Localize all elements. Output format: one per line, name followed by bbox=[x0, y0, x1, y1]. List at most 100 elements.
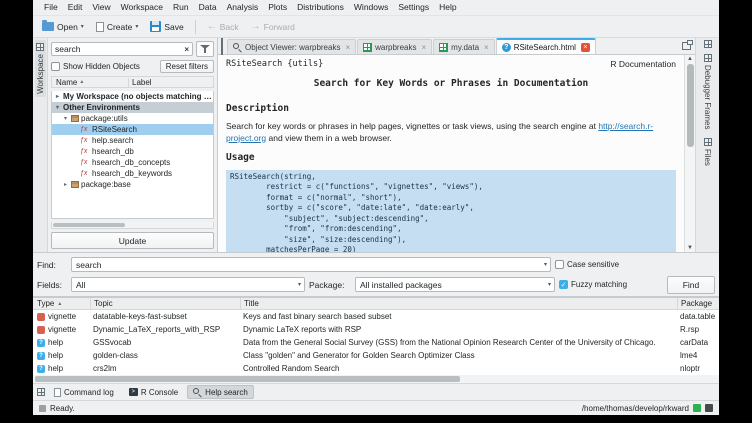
open-button[interactable]: Open ▾ bbox=[37, 20, 89, 34]
menu-view[interactable]: View bbox=[87, 0, 115, 15]
save-button[interactable]: Save bbox=[145, 19, 188, 34]
document-tabbar: Object Viewer: warpbreaks × warpbreaks ×… bbox=[218, 38, 695, 55]
menu-distributions[interactable]: Distributions bbox=[292, 0, 349, 15]
toolview-menu-icon[interactable] bbox=[37, 388, 45, 396]
expander-icon[interactable]: ▾ bbox=[62, 115, 69, 122]
detach-window-icon[interactable] bbox=[682, 42, 691, 50]
tree-item-hsearch-db[interactable]: ƒx hsearch_db bbox=[52, 146, 213, 157]
table-row[interactable]: vignette Dynamic_LaTeX_reports_with_RSP … bbox=[33, 323, 719, 336]
menubar: File Edit View Workspace Run Data Analys… bbox=[33, 0, 719, 16]
tree-item-other-environments[interactable]: ▾ Other Environments bbox=[52, 102, 213, 113]
back-button[interactable]: ← Back bbox=[202, 20, 244, 34]
dock-option-icon[interactable] bbox=[704, 40, 712, 48]
menu-help[interactable]: Help bbox=[434, 0, 461, 15]
case-sensitive-checkbox[interactable] bbox=[555, 260, 564, 269]
tab-rsitesearch-html[interactable]: RSiteSearch.html × bbox=[496, 38, 596, 54]
menu-data[interactable]: Data bbox=[194, 0, 222, 15]
tab-my-data[interactable]: my.data × bbox=[433, 39, 495, 54]
menu-run[interactable]: Run bbox=[168, 0, 194, 15]
cwd-status-icon[interactable] bbox=[705, 404, 713, 412]
help-icon bbox=[37, 339, 45, 347]
update-button[interactable]: Update bbox=[51, 232, 214, 249]
help-vertical-scrollbar[interactable]: ▲ ▼ bbox=[684, 55, 695, 252]
central-area: Workspace search × Show Hidden Objects R… bbox=[33, 38, 719, 253]
left-dock-strip: Workspace bbox=[33, 38, 48, 252]
scroll-down-icon[interactable]: ▼ bbox=[687, 245, 693, 251]
tab-object-viewer-warpbreaks[interactable]: Object Viewer: warpbreaks × bbox=[227, 39, 356, 54]
help-page-icon bbox=[502, 43, 511, 52]
expander-icon[interactable]: ▸ bbox=[62, 181, 69, 188]
tree-item-label: package:utils bbox=[81, 114, 128, 123]
label-column-header[interactable]: Label bbox=[128, 78, 213, 87]
type-column-header[interactable]: Type ▲ bbox=[33, 298, 90, 309]
tab-warpbreaks[interactable]: warpbreaks × bbox=[357, 39, 432, 54]
scrollbar-thumb[interactable] bbox=[53, 223, 125, 227]
menu-windows[interactable]: Windows bbox=[349, 0, 393, 15]
find-combobox[interactable]: search ▾ bbox=[71, 257, 551, 272]
statusbar: Ready. /home/thomas/develop/rkward bbox=[33, 401, 719, 415]
function-icon: ƒx bbox=[80, 148, 90, 155]
tree-item-package-utils[interactable]: ▾ package:utils bbox=[52, 113, 213, 124]
create-label: Create bbox=[107, 22, 133, 32]
type-cell: help bbox=[48, 351, 63, 360]
vignette-icon bbox=[37, 326, 45, 334]
menu-analysis[interactable]: Analysis bbox=[222, 0, 264, 15]
table-row[interactable]: vignette datatable-keys-fast-subset Keys… bbox=[33, 310, 719, 323]
help-icon bbox=[37, 365, 45, 373]
command-log-icon bbox=[54, 388, 61, 397]
menu-edit[interactable]: Edit bbox=[63, 0, 88, 15]
find-button[interactable]: Find bbox=[667, 276, 715, 294]
filter-options-button[interactable] bbox=[196, 41, 214, 57]
fields-combobox[interactable]: All ▾ bbox=[71, 277, 305, 292]
clear-search-icon[interactable]: × bbox=[184, 45, 189, 54]
r-engine-status-icon[interactable] bbox=[693, 404, 701, 412]
close-tab-icon[interactable]: × bbox=[345, 43, 350, 52]
object-search-input[interactable]: search × bbox=[51, 42, 193, 56]
reset-filters-button[interactable]: Reset filters bbox=[160, 60, 214, 73]
package-column-header[interactable]: Package bbox=[677, 298, 719, 309]
results-horizontal-scrollbar[interactable] bbox=[33, 375, 719, 384]
package-combobox[interactable]: All installed packages ▾ bbox=[355, 277, 555, 292]
close-tab-icon[interactable]: × bbox=[581, 43, 590, 52]
tree-horizontal-scrollbar[interactable] bbox=[51, 222, 214, 229]
tree-item-label: hsearch_db_concepts bbox=[92, 158, 170, 167]
tree-item-package-base[interactable]: ▸ package:base bbox=[52, 179, 213, 190]
menu-file[interactable]: File bbox=[39, 0, 63, 15]
files-dock-tab[interactable]: Files bbox=[702, 135, 713, 169]
package-cell: nloptr bbox=[677, 364, 719, 373]
close-tab-icon[interactable]: × bbox=[421, 43, 426, 52]
command-log-tab[interactable]: Command log bbox=[48, 385, 120, 399]
r-console-tab[interactable]: R Console bbox=[123, 385, 184, 399]
debugger-frames-dock-tab[interactable]: Debugger Frames bbox=[702, 51, 713, 132]
tree-item-hsearch-db-concepts[interactable]: ƒx hsearch_db_concepts bbox=[52, 157, 213, 168]
expander-icon[interactable]: ▾ bbox=[54, 104, 61, 111]
menu-settings[interactable]: Settings bbox=[393, 0, 434, 15]
menu-workspace[interactable]: Workspace bbox=[116, 0, 168, 15]
name-column-header[interactable]: Name ▲ bbox=[52, 78, 128, 87]
show-hidden-checkbox[interactable] bbox=[51, 62, 60, 71]
create-button[interactable]: Create ▾ bbox=[91, 20, 144, 34]
tab-label: my.data bbox=[451, 43, 479, 52]
tree-item-rsitesearch[interactable]: ƒx RSiteSearch bbox=[52, 124, 213, 135]
topic-column-header[interactable]: Topic bbox=[90, 298, 240, 309]
tree-item-my-workspace[interactable]: ▸ My Workspace (no objects matching filt… bbox=[52, 91, 213, 102]
expander-icon[interactable]: ▸ bbox=[54, 93, 61, 100]
tree-item-hsearch-db-keywords[interactable]: ƒx hsearch_db_keywords bbox=[52, 168, 213, 179]
scrollbar-thumb[interactable] bbox=[687, 64, 694, 147]
close-tab-icon[interactable]: × bbox=[484, 43, 489, 52]
forward-button[interactable]: → Forward bbox=[246, 20, 300, 34]
workspace-dock-tab[interactable]: Workspace bbox=[35, 40, 46, 97]
title-column-header[interactable]: Title bbox=[240, 298, 677, 309]
scrollbar-thumb[interactable] bbox=[35, 376, 460, 382]
menu-plots[interactable]: Plots bbox=[263, 0, 292, 15]
table-row[interactable]: help crs2lm Controlled Random Search nlo… bbox=[33, 362, 719, 375]
fuzzy-matching-checkbox[interactable]: ✓ bbox=[559, 280, 568, 289]
scroll-up-icon[interactable]: ▲ bbox=[687, 56, 693, 62]
table-row[interactable]: help GSSvocab Data from the General Soci… bbox=[33, 336, 719, 349]
package-cell: R.rsp bbox=[677, 325, 719, 334]
table-row[interactable]: help golden-class Class "golden" and Gen… bbox=[33, 349, 719, 362]
tab-label: warpbreaks bbox=[375, 43, 416, 52]
tree-item-help-search[interactable]: ƒx help.search bbox=[52, 135, 213, 146]
tab-list-button[interactable] bbox=[220, 38, 224, 55]
help-search-tab[interactable]: Help search bbox=[187, 385, 254, 399]
